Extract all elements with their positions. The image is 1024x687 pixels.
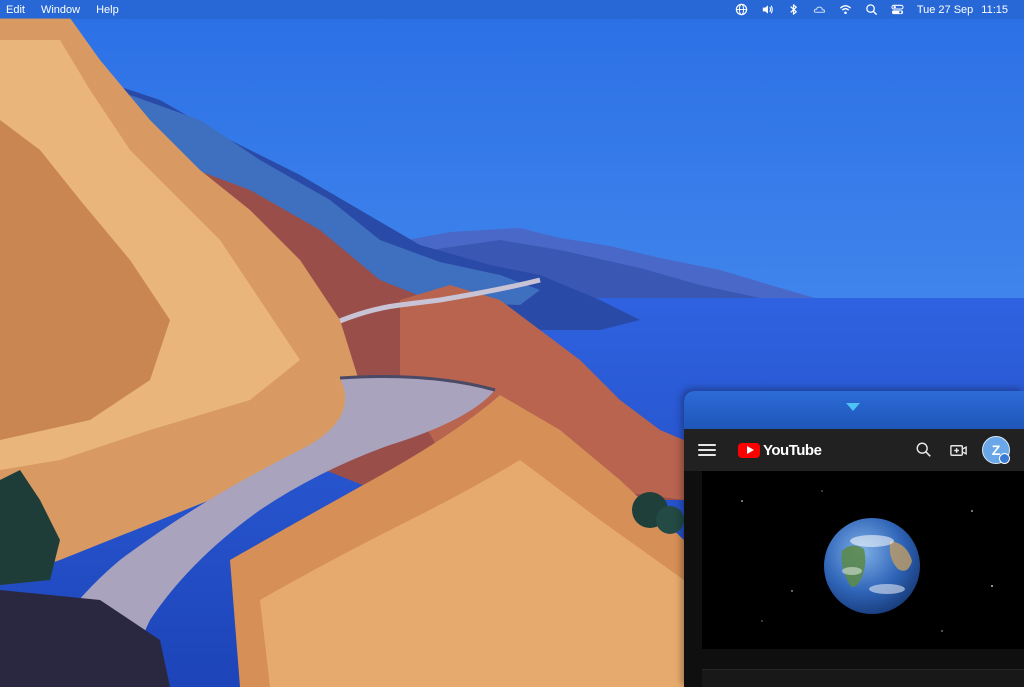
volume-icon[interactable] [761, 3, 775, 17]
wifi-icon[interactable] [839, 3, 853, 17]
menu-edit[interactable]: Edit [6, 4, 25, 16]
collapse-arrow-icon[interactable] [846, 403, 860, 411]
cloud-icon[interactable] [813, 3, 827, 17]
hamburger-menu-icon[interactable] [698, 444, 716, 456]
earth-video-frame [702, 471, 1024, 649]
app-menu: Edit Window Help [0, 4, 135, 16]
search-icon[interactable] [914, 440, 934, 460]
youtube-logo[interactable]: YouTube [738, 441, 822, 459]
clock-date: Tue 27 Sep [916, 3, 974, 16]
status-area: Tue 27 Sep 11:15 [735, 3, 1024, 17]
globe-icon[interactable] [735, 3, 749, 17]
menu-help[interactable]: Help [96, 4, 119, 16]
clock-time: 11:15 [981, 3, 1008, 16]
create-video-icon[interactable] [948, 440, 968, 460]
avatar[interactable]: Z [982, 436, 1010, 464]
youtube-header: YouTube Z [684, 429, 1024, 471]
menu-bar: Edit Window Help Tue 27 Sep 11:15 [0, 0, 1024, 19]
bluetooth-icon[interactable] [787, 3, 801, 17]
header-actions: Z [914, 436, 1024, 464]
video-player[interactable] [702, 471, 1024, 649]
menu-window[interactable]: Window [41, 4, 80, 16]
youtube-play-logo-icon [738, 442, 760, 458]
control-center-icon[interactable] [891, 3, 905, 17]
clock[interactable]: Tue 27 Sep 11:15 [917, 4, 1008, 16]
youtube-logo-text: YouTube [763, 441, 822, 459]
panel-drag-bar[interactable] [684, 391, 1024, 429]
youtube-panel: YouTube Z [684, 391, 1024, 687]
avatar-badge-icon [999, 453, 1010, 464]
feed-card[interactable] [702, 669, 1024, 687]
search-icon[interactable] [865, 3, 879, 17]
